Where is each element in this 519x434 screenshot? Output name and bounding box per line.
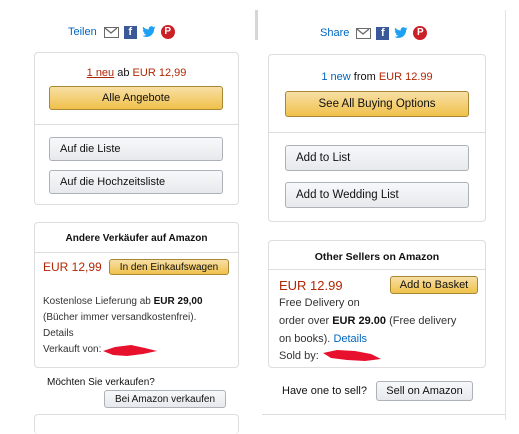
offer-count-link[interactable]: 1 neu bbox=[87, 67, 115, 79]
offer-count-link[interactable]: 1 new bbox=[321, 71, 350, 83]
divider bbox=[269, 132, 485, 133]
mail-icon[interactable] bbox=[103, 26, 119, 38]
details-link[interactable]: Details bbox=[333, 333, 367, 345]
add-to-wedding-list-button[interactable]: Add to Wedding List bbox=[285, 182, 469, 208]
delivery-note: (Bücher immer versandkostenfrei). bbox=[43, 312, 197, 323]
delivery-amount: EUR 29.00 bbox=[332, 315, 387, 327]
delivery-line-3: on books). Details bbox=[279, 332, 367, 346]
share-row: Share f P bbox=[320, 26, 428, 40]
facebook-icon[interactable]: f bbox=[376, 26, 390, 40]
add-to-wedding-list-button[interactable]: Auf die Hochzeitsliste bbox=[49, 170, 223, 194]
sell-prompt: Have one to sell? bbox=[282, 385, 367, 397]
sold-by-label: Verkauft von: bbox=[43, 344, 102, 355]
right-panel-english: Share f P 1 new from EUR 12.99 See All B… bbox=[262, 0, 519, 429]
left-panel-german: Teilen f P 1 neu ab EUR 12,99 Alle Angeb… bbox=[0, 0, 255, 434]
see-all-buying-options-label: See All Buying Options bbox=[318, 98, 436, 110]
details-link[interactable]: Details bbox=[43, 327, 74, 341]
right-scroll-edge bbox=[505, 10, 506, 420]
add-to-list-label: Add to List bbox=[296, 152, 351, 164]
add-to-wedding-list-label: Add to Wedding List bbox=[296, 189, 399, 201]
offer-summary: 1 new from EUR 12.99 bbox=[269, 71, 485, 83]
other-sellers-box: Other Sellers on Amazon EUR 12.99 Add to… bbox=[268, 240, 486, 368]
divider bbox=[35, 252, 238, 253]
add-to-list-button[interactable]: Add to List bbox=[285, 145, 469, 171]
add-to-cart-label: In den Einkaufswagen bbox=[119, 261, 219, 273]
buy-box: 1 neu ab EUR 12,99 Alle Angebote Auf die… bbox=[34, 52, 239, 205]
offer-price: EUR 12,99 bbox=[132, 67, 187, 79]
share-label: Share bbox=[320, 27, 350, 39]
seller-price: EUR 12,99 bbox=[43, 260, 102, 274]
share-row: Teilen f P bbox=[68, 25, 175, 39]
bottom-divider bbox=[262, 414, 505, 415]
delivery-prefix: Kostenlose Lieferung ab bbox=[43, 296, 151, 307]
delivery-line3-prefix: on books). bbox=[279, 333, 331, 345]
sell-on-amazon-label: Bei Amazon verkaufen bbox=[114, 393, 216, 405]
twitter-icon[interactable] bbox=[142, 26, 156, 38]
divider bbox=[269, 269, 485, 270]
divider bbox=[35, 124, 238, 125]
pinterest-icon[interactable]: P bbox=[160, 25, 175, 39]
offer-summary: 1 neu ab EUR 12,99 bbox=[35, 67, 238, 79]
panel-divider bbox=[255, 10, 258, 40]
add-to-list-label: Auf die Liste bbox=[60, 143, 121, 155]
pinterest-icon[interactable]: P bbox=[413, 26, 428, 40]
delivery-amount: EUR 29,00 bbox=[153, 296, 203, 307]
sell-on-amazon-button[interactable]: Sell on Amazon bbox=[376, 381, 473, 401]
all-offers-button[interactable]: Alle Angebote bbox=[49, 86, 223, 110]
twitter-icon[interactable] bbox=[394, 27, 408, 39]
delivery-line2-suffix: (Free delivery bbox=[389, 315, 457, 327]
add-to-cart-button[interactable]: In den Einkaufswagen bbox=[109, 259, 229, 275]
other-sellers-title: Other Sellers on Amazon bbox=[314, 251, 440, 263]
redaction-mark bbox=[323, 350, 381, 361]
next-box-edge bbox=[34, 414, 239, 434]
other-sellers-box: Andere Verkäufer auf Amazon EUR 12,99 In… bbox=[34, 222, 239, 368]
offer-price: EUR 12.99 bbox=[378, 71, 433, 83]
sold-by-label: Sold by: bbox=[279, 350, 319, 362]
buy-box: 1 new from EUR 12.99 See All Buying Opti… bbox=[268, 54, 486, 222]
add-to-wedding-list-label: Auf die Hochzeitsliste bbox=[60, 176, 166, 188]
other-sellers-title: Andere Verkäufer auf Amazon bbox=[65, 233, 208, 244]
see-all-buying-options-button[interactable]: See All Buying Options bbox=[285, 91, 469, 117]
delivery-line-1: Free Delivery on bbox=[279, 297, 360, 309]
facebook-icon[interactable]: f bbox=[123, 25, 137, 39]
add-to-basket-label: Add to Basket bbox=[399, 279, 469, 291]
mail-icon[interactable] bbox=[356, 27, 372, 39]
delivery-info: Kostenlose Lieferung ab EUR 29,00 bbox=[43, 295, 238, 309]
delivery-line-2: order over EUR 29.00 (Free delivery bbox=[279, 314, 484, 328]
offer-middle-text: ab bbox=[117, 67, 130, 79]
sell-on-amazon-button[interactable]: Bei Amazon verkaufen bbox=[104, 390, 226, 408]
add-to-basket-button[interactable]: Add to Basket bbox=[390, 276, 478, 294]
share-label: Teilen bbox=[68, 26, 97, 38]
seller-price: EUR 12.99 bbox=[279, 278, 343, 293]
add-to-list-button[interactable]: Auf die Liste bbox=[49, 137, 223, 161]
sell-prompt: Möchten Sie verkaufen? bbox=[47, 377, 155, 388]
offer-middle-text: from bbox=[353, 71, 376, 83]
sell-on-amazon-label: Sell on Amazon bbox=[386, 385, 463, 397]
delivery-line2-prefix: order over bbox=[279, 315, 330, 327]
all-offers-button-label: Alle Angebote bbox=[102, 92, 170, 104]
redaction-mark bbox=[103, 345, 157, 356]
